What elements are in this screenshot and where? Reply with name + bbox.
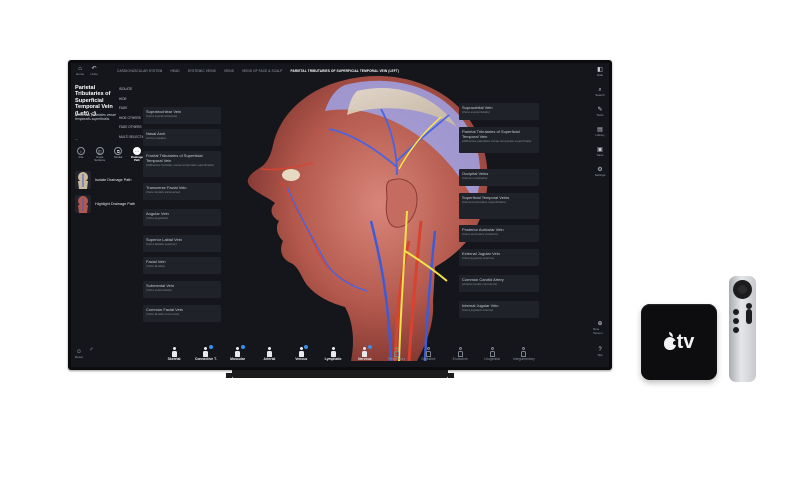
skeletal-figure-icon xyxy=(170,347,178,357)
right-toolbar: ◧ Hide ⌕ Search ✎ Tools ▤ Library ▣ Save… xyxy=(591,67,609,367)
digestive-figure-icon xyxy=(425,347,433,357)
isolate-drainage-path-button[interactable]: Isolate Drainage Path xyxy=(75,169,145,191)
undo-button[interactable]: ↶ Undo xyxy=(87,66,101,76)
system-lymphatic[interactable]: Lymphatic xyxy=(318,347,348,367)
breadcrumb-item[interactable]: HEAD xyxy=(170,69,179,73)
isolate-drainage-path-label: Isolate Drainage Path xyxy=(95,177,132,182)
arterial-figure-icon xyxy=(265,347,273,357)
label-frontal-tributaries[interactable]: Frontal Tributaries of Superficial Tempo… xyxy=(143,151,221,177)
label-external-jugular-vein[interactable]: External Jugular Vein (Vena jugularis ex… xyxy=(459,249,539,266)
integumentary-figure-icon xyxy=(520,347,528,357)
muscular-figure-icon xyxy=(234,347,242,357)
apple-logo-icon xyxy=(663,331,677,350)
respiratory-figure-icon xyxy=(393,347,401,357)
label-internal-jugular-vein[interactable]: Internal Jugular Vein (Vena jugularis in… xyxy=(459,301,539,318)
home-button[interactable]: ⌂ Home xyxy=(73,66,87,76)
product-scene: ⌂ Home ↶ Undo CARDIOVASCULAR SYSTEM HEAD… xyxy=(0,0,800,480)
siri-remote xyxy=(729,276,756,382)
system-skeletal[interactable]: Skeletal xyxy=(159,347,189,367)
system-nervous[interactable]: Nervous xyxy=(350,345,380,367)
play-pause-remote-button xyxy=(733,318,739,324)
structure-latin-name: Affluentes parietales venae temporalis s… xyxy=(75,113,116,122)
hide-tool-button[interactable]: ◧ Hide xyxy=(593,67,607,78)
info-icon: i xyxy=(77,147,85,155)
system-muscular[interactable]: Muscular xyxy=(223,345,253,367)
label-nasal-arch[interactable]: Nasal Arch (Arcus nasalis) xyxy=(143,129,221,146)
system-respiratory[interactable]: Respiratory xyxy=(382,347,412,367)
lymphatic-figure-icon xyxy=(329,347,337,357)
tab-info[interactable]: i Info xyxy=(73,147,89,162)
label-facial-vein[interactable]: Facial Vein (Vena facialis) xyxy=(143,257,221,274)
hide-button[interactable]: HIDE xyxy=(119,97,149,101)
label-superficial-temporal-veins[interactable]: Superficial Temporal Veins (Venae tempor… xyxy=(459,193,539,219)
settings-button[interactable]: ⚙ Settings xyxy=(593,167,607,178)
highlight-drainage-path-button[interactable]: Highlight Drainage Path xyxy=(75,193,145,215)
search-button[interactable]: ⌕ Search xyxy=(593,87,607,98)
tv-stand xyxy=(226,370,454,378)
system-endocrine[interactable]: Endocrine xyxy=(445,347,475,367)
clickpad-ring xyxy=(733,280,752,299)
venous-figure-icon xyxy=(297,347,305,357)
system-venous[interactable]: Venous xyxy=(286,345,316,367)
volume-rocker xyxy=(746,309,752,324)
breadcrumb-item[interactable]: SYSTEMIC VEINS xyxy=(188,69,216,73)
label-parietal-tributaries[interactable]: Parietal Tributaries of Superficial Temp… xyxy=(459,127,539,153)
apple-tv-logo: tv xyxy=(663,330,695,354)
eye-shape xyxy=(282,169,300,181)
tab-cross-sections[interactable]: ◫ Cross Sections xyxy=(92,147,108,162)
system-connective-tissue[interactable]: Connective T. xyxy=(191,345,221,367)
tab-similar[interactable]: ⧉ Similar xyxy=(110,147,126,162)
breadcrumb: CARDIOVASCULAR SYSTEM HEAD SYSTEMIC VEIN… xyxy=(117,69,399,73)
male-icon: ♂ xyxy=(89,347,94,353)
label-occipital-veins[interactable]: Occipital Veins (Venae occipitales) xyxy=(459,169,539,186)
breadcrumb-item[interactable]: CARDIOVASCULAR SYSTEM xyxy=(117,69,162,73)
library-button[interactable]: ▤ Library xyxy=(593,127,607,138)
undo-label: Undo xyxy=(90,72,98,76)
label-submental-vein[interactable]: Submental Vein (Vena submentalis) xyxy=(143,281,221,298)
top-navigation: ⌂ Home ↶ Undo CARDIOVASCULAR SYSTEM HEAD… xyxy=(71,63,609,79)
info-mode-tabs: i Info ◫ Cross Sections ⧉ Similar ⋯ Drai… xyxy=(73,147,145,162)
systems-bar: Skeletal Connective T. Muscular Arterial xyxy=(159,345,539,367)
system-arterial[interactable]: Arterial xyxy=(254,347,284,367)
breadcrumb-item[interactable]: VEINS xyxy=(224,69,234,73)
drainage-path-icon: ⋯ xyxy=(132,147,141,155)
app-screen: ⌂ Home ↶ Undo CARDIOVASCULAR SYSTEM HEAD… xyxy=(71,63,609,367)
drainage-thumbnail xyxy=(75,171,91,189)
label-superior-labial-vein[interactable]: Superior Labial Vein (Vena labialis supe… xyxy=(143,235,221,252)
system-urogenital[interactable]: Urogenital xyxy=(477,347,507,367)
label-posterior-auricular-vein[interactable]: Posterior Auricular Vein (Vena auricular… xyxy=(459,225,539,242)
label-angular-vein[interactable]: Angular Vein (Vena angularis) xyxy=(143,209,221,226)
reset-button[interactable]: ☺ Reset xyxy=(75,349,83,359)
label-common-carotid-artery[interactable]: Common Carotid Artery (Arteria carotis c… xyxy=(459,275,539,292)
connective-figure-icon xyxy=(202,347,210,357)
label-common-facial-vein[interactable]: Common Facial Vein (Vena facialis commun… xyxy=(143,305,221,322)
cross-sections-icon: ◫ xyxy=(95,147,104,155)
label-supraorbital-vein[interactable]: Supraorbital Vein (Vena supraorbitalis) xyxy=(459,103,539,120)
tips-button[interactable]: ? Tips xyxy=(593,347,607,358)
endocrine-figure-icon xyxy=(456,347,464,357)
highlight-drainage-path-label: Highlight Drainage Path xyxy=(95,201,136,206)
similar-icon: ⧉ xyxy=(114,147,123,155)
breadcrumb-current: PARIETAL TRIBUTARIES OF SUPERFICIAL TEMP… xyxy=(290,69,399,73)
system-integumentary[interactable]: Integumentary xyxy=(509,347,539,367)
new-screen-button[interactable]: ⊕ New Screen xyxy=(593,321,607,335)
breadcrumb-item[interactable]: VEINS OF FACE & SCALP xyxy=(242,69,283,73)
mute-remote-button xyxy=(733,327,739,333)
home-label: Home xyxy=(75,72,84,76)
urogenital-figure-icon xyxy=(488,347,496,357)
system-digestive[interactable]: Digestive xyxy=(414,347,444,367)
tv-display: ⌂ Home ↶ Undo CARDIOVASCULAR SYSTEM HEAD… xyxy=(68,60,612,370)
back-remote-button xyxy=(733,309,739,315)
label-supratrochlear-vein[interactable]: Supratrochlear Vein (Vena supratrochlear… xyxy=(143,107,221,124)
gender-toggle[interactable]: ♂ xyxy=(89,347,94,353)
apple-tv-logo-text: tv xyxy=(676,330,695,353)
more-button[interactable]: ... xyxy=(75,136,78,141)
apple-tv-device: tv xyxy=(641,304,717,380)
tools-button[interactable]: ✎ Tools xyxy=(593,107,607,118)
drainage-thumbnail xyxy=(75,195,91,213)
save-button[interactable]: ▣ Save xyxy=(593,147,607,158)
isolate-button[interactable]: ISOLATE xyxy=(119,87,149,91)
label-transverse-facial-vein[interactable]: Transverse Facial Vein (Vena facialis tr… xyxy=(143,183,221,200)
nervous-figure-icon xyxy=(361,347,369,357)
